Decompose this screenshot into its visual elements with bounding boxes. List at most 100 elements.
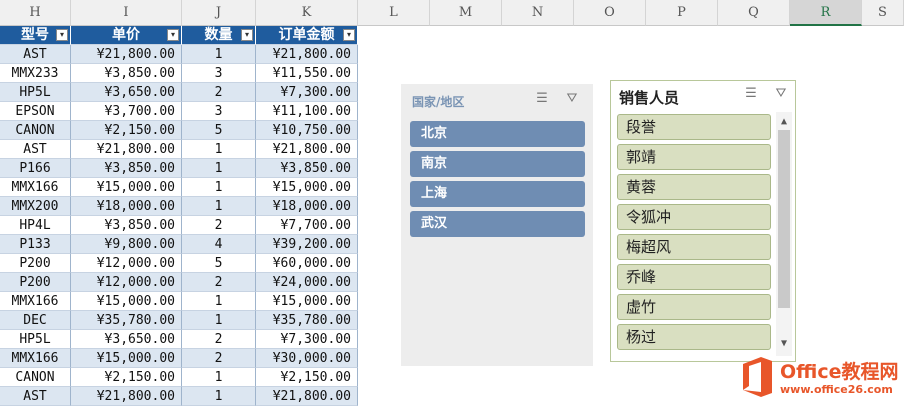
filter-dropdown-icon[interactable]: ▾ [56,29,68,41]
cell-model[interactable]: EPSON [0,102,71,121]
cell-amount[interactable]: ¥15,000.00 [256,178,358,197]
cell-amount[interactable]: ¥11,550.00 [256,64,358,83]
slicer-item[interactable]: 杨过 [617,324,771,350]
cell-price[interactable]: ¥35,780.00 [71,311,182,330]
column-header[interactable]: N [502,0,574,26]
header-cell-model[interactable]: 型号 ▾ [0,26,71,45]
cell-price[interactable]: ¥12,000.00 [71,254,182,273]
clear-filter-icon[interactable]: ⛛ [772,85,790,103]
slicer-scrollbar[interactable]: ▲ ▼ [776,112,792,356]
cell-model[interactable]: P200 [0,254,71,273]
cell-amount[interactable]: ¥2,150.00 [256,368,358,387]
cell-model[interactable]: P200 [0,273,71,292]
cell-amount[interactable]: ¥60,000.00 [256,254,358,273]
slicer-item[interactable]: 梅超风 [617,234,771,260]
multi-select-icon[interactable]: ☰ [533,90,551,108]
cell-price[interactable]: ¥21,800.00 [71,140,182,159]
cell-model[interactable]: P166 [0,159,71,178]
cell-quantity[interactable]: 1 [182,292,256,311]
cell-amount[interactable]: ¥21,800.00 [256,140,358,159]
filter-dropdown-icon[interactable]: ▾ [241,29,253,41]
cell-quantity[interactable]: 4 [182,235,256,254]
cell-amount[interactable]: ¥18,000.00 [256,197,358,216]
cell-amount[interactable]: ¥7,300.00 [256,83,358,102]
slicer-item[interactable]: 令狐冲 [617,204,771,230]
cell-price[interactable]: ¥21,800.00 [71,45,182,64]
slicer-item-wuhan[interactable]: 武汉 [410,211,585,237]
slicer-item-nanjing[interactable]: 南京 [410,151,585,177]
scroll-down-icon[interactable]: ▼ [776,336,792,352]
cell-model[interactable]: HP4L [0,216,71,235]
cell-amount[interactable]: ¥21,800.00 [256,387,358,406]
cell-model[interactable]: P133 [0,235,71,254]
cell-quantity[interactable]: 2 [182,273,256,292]
cell-model[interactable]: DEC [0,311,71,330]
multi-select-icon[interactable]: ☰ [742,85,760,103]
cell-price[interactable]: ¥9,800.00 [71,235,182,254]
column-header[interactable]: S [862,0,904,26]
column-header[interactable]: O [574,0,646,26]
cell-price[interactable]: ¥3,650.00 [71,83,182,102]
cell-price[interactable]: ¥2,150.00 [71,368,182,387]
cell-quantity[interactable]: 1 [182,197,256,216]
cell-price[interactable]: ¥15,000.00 [71,178,182,197]
cell-quantity[interactable]: 5 [182,121,256,140]
cell-model[interactable]: MMX233 [0,64,71,83]
cell-price[interactable]: ¥15,000.00 [71,349,182,368]
cell-quantity[interactable]: 2 [182,349,256,368]
cell-model[interactable]: MMX166 [0,349,71,368]
cell-quantity[interactable]: 2 [182,216,256,235]
cell-quantity[interactable]: 1 [182,140,256,159]
cell-amount[interactable]: ¥15,000.00 [256,292,358,311]
slicer-item-shanghai[interactable]: 上海 [410,181,585,207]
cell-quantity[interactable]: 1 [182,45,256,64]
cell-amount[interactable]: ¥7,300.00 [256,330,358,349]
cell-amount[interactable]: ¥3,850.00 [256,159,358,178]
cell-price[interactable]: ¥3,700.00 [71,102,182,121]
cell-price[interactable]: ¥18,000.00 [71,197,182,216]
column-header[interactable]: K [256,0,358,26]
column-header[interactable]: I [71,0,182,26]
cell-price[interactable]: ¥12,000.00 [71,273,182,292]
column-header[interactable]: M [430,0,502,26]
cell-quantity[interactable]: 1 [182,368,256,387]
filter-dropdown-icon[interactable]: ▾ [167,29,179,41]
slicer-item[interactable]: 乔峰 [617,264,771,290]
cell-quantity[interactable]: 1 [182,178,256,197]
cell-price[interactable]: ¥15,000.00 [71,292,182,311]
header-cell-quantity[interactable]: 数量 ▾ [182,26,256,45]
header-cell-amount[interactable]: 订单金额 ▾ [256,26,358,45]
column-header[interactable]: H [0,0,71,26]
cell-model[interactable]: MMX166 [0,178,71,197]
cell-price[interactable]: ¥3,850.00 [71,216,182,235]
cell-quantity[interactable]: 3 [182,64,256,83]
cell-price[interactable]: ¥3,650.00 [71,330,182,349]
cell-model[interactable]: HP5L [0,330,71,349]
cell-model[interactable]: HP5L [0,83,71,102]
cell-amount[interactable]: ¥24,000.00 [256,273,358,292]
column-header[interactable]: P [646,0,718,26]
cell-price[interactable]: ¥3,850.00 [71,64,182,83]
slicer-item[interactable]: 郭靖 [617,144,771,170]
cell-model[interactable]: CANON [0,368,71,387]
cell-quantity[interactable]: 1 [182,159,256,178]
cell-quantity[interactable]: 1 [182,311,256,330]
scroll-up-icon[interactable]: ▲ [776,114,792,130]
cell-price[interactable]: ¥3,850.00 [71,159,182,178]
cell-price[interactable]: ¥2,150.00 [71,121,182,140]
slicer-item[interactable]: 段誉 [617,114,771,140]
cell-quantity[interactable]: 5 [182,254,256,273]
cell-model[interactable]: CANON [0,121,71,140]
slicer-item-beijing[interactable]: 北京 [410,121,585,147]
cell-amount[interactable]: ¥11,100.00 [256,102,358,121]
cell-price[interactable]: ¥21,800.00 [71,387,182,406]
slicer-item[interactable]: 虚竹 [617,294,771,320]
cell-model[interactable]: AST [0,45,71,64]
column-header[interactable]: Q [718,0,790,26]
cell-amount[interactable]: ¥21,800.00 [256,45,358,64]
cell-model[interactable]: MMX200 [0,197,71,216]
cell-quantity[interactable]: 2 [182,83,256,102]
cell-amount[interactable]: ¥10,750.00 [256,121,358,140]
cell-quantity[interactable]: 2 [182,330,256,349]
cell-amount[interactable]: ¥35,780.00 [256,311,358,330]
